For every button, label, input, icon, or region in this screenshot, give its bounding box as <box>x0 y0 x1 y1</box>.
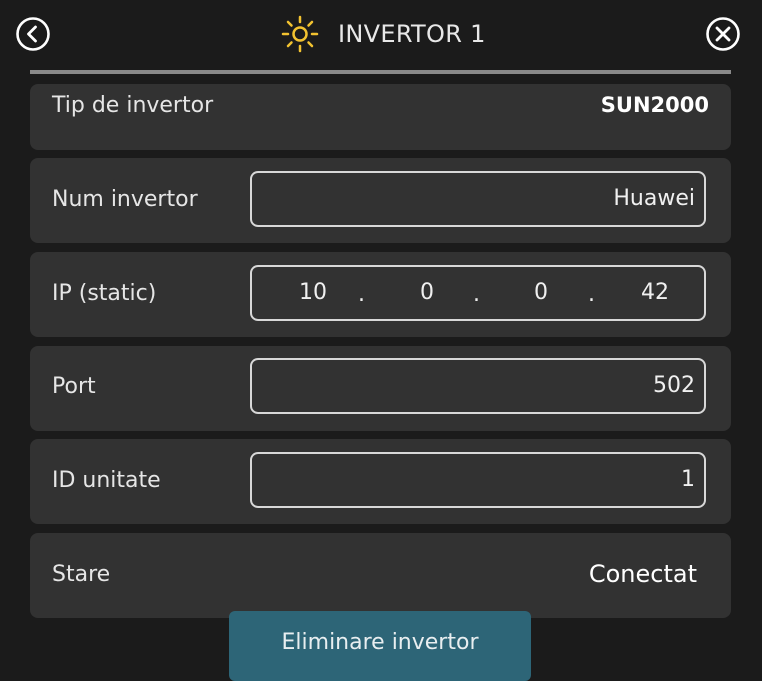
port-row: Port 502 <box>30 346 731 431</box>
port-value: 502 <box>653 373 695 398</box>
port-label: Port <box>52 374 96 399</box>
ip-separator: . <box>473 282 480 307</box>
unit-id-value: 1 <box>681 467 695 492</box>
ip-separator: . <box>358 282 365 307</box>
inverter-name-row: Num invertor Huawei <box>30 158 731 243</box>
header-bar: INVERTOR 1 <box>0 0 762 70</box>
inverter-name-label: Num invertor <box>52 187 198 212</box>
inverter-name-value: Huawei <box>613 186 695 211</box>
inverter-type-row: Tip de invertor SUN2000 <box>30 84 731 150</box>
ip-row: IP (static) 10 . 0 . 0 . 42 <box>30 252 731 337</box>
back-button[interactable] <box>15 16 51 52</box>
header-divider <box>30 70 731 74</box>
ip-octet-2[interactable]: 0 <box>402 267 452 319</box>
unit-id-row: ID unitate 1 <box>30 439 731 524</box>
close-circle-icon <box>706 17 740 51</box>
ip-octet-4[interactable]: 42 <box>630 267 680 319</box>
port-field[interactable]: 502 <box>250 358 706 414</box>
status-row: Stare Conectat <box>30 533 731 618</box>
ip-octet-1[interactable]: 10 <box>288 267 338 319</box>
unit-id-field[interactable]: 1 <box>250 452 706 508</box>
status-value: Conectat <box>588 560 697 588</box>
ip-field[interactable]: 10 . 0 . 0 . 42 <box>250 265 706 321</box>
chevron-left-circle-icon <box>16 17 50 51</box>
status-label: Stare <box>52 562 111 587</box>
delete-inverter-button[interactable]: Eliminare invertor <box>229 611 531 681</box>
unit-id-label: ID unitate <box>52 468 161 493</box>
header-title-group: INVERTOR 1 <box>280 14 486 54</box>
sun-icon <box>280 14 320 54</box>
ip-separator: . <box>588 282 595 307</box>
inverter-type-label: Tip de invertor <box>52 93 214 118</box>
ip-octet-3[interactable]: 0 <box>516 267 566 319</box>
inverter-type-value: SUN2000 <box>600 93 709 117</box>
close-button[interactable] <box>705 16 741 52</box>
ip-label: IP (static) <box>52 281 157 306</box>
inverter-name-field[interactable]: Huawei <box>250 171 706 227</box>
page-title: INVERTOR 1 <box>338 20 486 48</box>
delete-inverter-label: Eliminare invertor <box>281 629 479 655</box>
